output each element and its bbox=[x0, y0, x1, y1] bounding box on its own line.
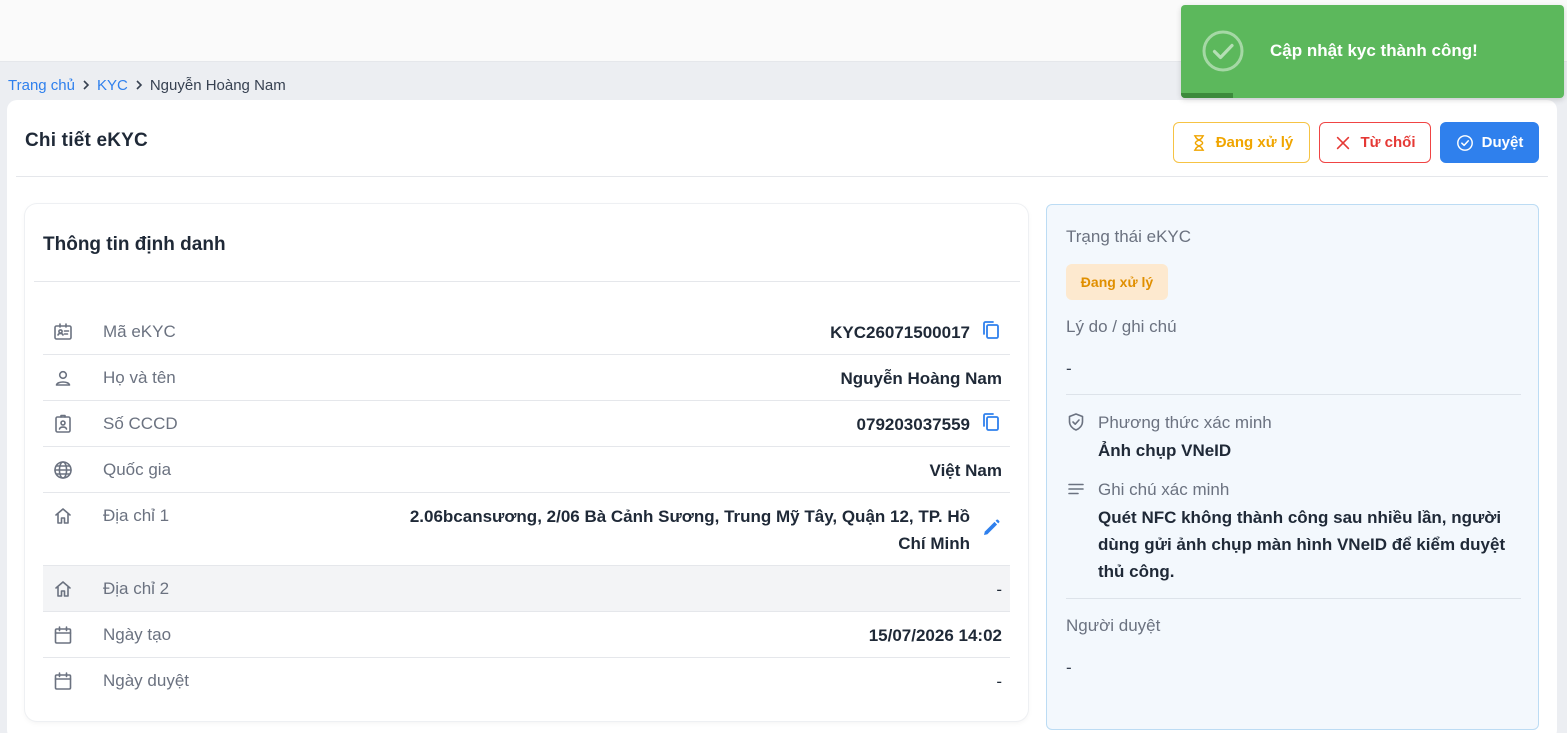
row-value: - bbox=[996, 672, 1002, 691]
pending-button-label: Đang xử lý bbox=[1215, 134, 1294, 151]
row-approved-date: Ngày duyệt - bbox=[43, 658, 1010, 704]
reject-button[interactable]: Từ chối bbox=[1319, 122, 1431, 163]
divider bbox=[34, 281, 1020, 282]
row-created-date: Ngày tạo 15/07/2026 14:02 bbox=[43, 612, 1010, 658]
breadcrumb-current: Nguyễn Hoàng Nam bbox=[149, 76, 286, 94]
pending-button[interactable]: Đang xử lý bbox=[1173, 122, 1310, 163]
header-divider bbox=[16, 176, 1548, 177]
row-value: 079203037559 bbox=[856, 415, 970, 434]
breadcrumb-home[interactable]: Trang chủ bbox=[8, 77, 75, 94]
verification-note: Ghi chú xác minh Quét NFC không thành cô… bbox=[1066, 478, 1521, 585]
identity-info-title: Thông tin định danh bbox=[43, 234, 226, 255]
status-label: Trạng thái eKYC bbox=[1066, 227, 1192, 246]
row-value: Việt Nam bbox=[929, 461, 1002, 480]
row-label: Mã eKYC bbox=[103, 322, 176, 341]
row-ekyc-code: Mã eKYC KYC26071500017 bbox=[43, 309, 1010, 355]
status-badge: Đang xử lý bbox=[1066, 264, 1168, 300]
badge-icon bbox=[43, 414, 85, 434]
method-label: Phương thức xác minh bbox=[1098, 413, 1272, 432]
row-address-2: Địa chỉ 2 - bbox=[43, 566, 1010, 612]
method-value: Ảnh chụp VNeID bbox=[1098, 441, 1232, 460]
calendar-icon bbox=[43, 625, 85, 645]
chevron-right-icon bbox=[75, 79, 97, 91]
shield-check-icon bbox=[1066, 411, 1098, 464]
note-label: Ghi chú xác minh bbox=[1098, 480, 1230, 499]
row-full-name: Họ và tên Nguyễn Hoàng Nam bbox=[43, 355, 1010, 401]
row-country: Quốc gia Việt Nam bbox=[43, 447, 1010, 493]
person-icon bbox=[43, 368, 85, 388]
ekyc-status-card: Trạng thái eKYC Đang xử lý Lý do / ghi c… bbox=[1046, 204, 1539, 730]
close-icon bbox=[1337, 136, 1350, 149]
divider bbox=[1066, 394, 1521, 395]
row-value: 2.06bcansương, 2/06 Bà Cảnh Sương, Trung… bbox=[409, 507, 970, 553]
check-circle-icon bbox=[1456, 134, 1473, 151]
reject-button-label: Từ chối bbox=[1360, 134, 1416, 151]
copy-icon[interactable] bbox=[980, 319, 1002, 341]
toast-message: Cập nhật kyc thành công! bbox=[1270, 41, 1478, 60]
check-circle-icon bbox=[1201, 29, 1245, 73]
globe-icon bbox=[43, 460, 85, 480]
identity-info-card: Thông tin định danh Mã eKYC KYC260715000… bbox=[25, 204, 1028, 721]
row-address-1: Địa chỉ 1 2.06bcansương, 2/06 Bà Cảnh Sư… bbox=[43, 493, 1010, 566]
divider bbox=[1066, 598, 1521, 599]
edit-icon[interactable] bbox=[980, 517, 1002, 539]
row-value: 15/07/2026 14:02 bbox=[868, 626, 1002, 645]
row-label: Số CCCD bbox=[103, 414, 178, 433]
breadcrumb-kyc[interactable]: KYC bbox=[97, 77, 128, 94]
row-label: Họ và tên bbox=[103, 368, 176, 387]
notes-icon bbox=[1066, 478, 1098, 585]
row-label: Quốc gia bbox=[103, 460, 172, 479]
row-value: Nguyễn Hoàng Nam bbox=[840, 369, 1002, 388]
row-value: - bbox=[996, 580, 1002, 599]
approve-button[interactable]: Duyệt bbox=[1440, 122, 1539, 163]
row-value: KYC26071500017 bbox=[830, 323, 970, 342]
chevron-right-icon bbox=[128, 79, 150, 91]
reviewer-label: Người duyệt bbox=[1066, 616, 1161, 635]
row-label: Ngày tạo bbox=[103, 625, 172, 644]
id-card-icon bbox=[43, 322, 85, 342]
verification-method: Phương thức xác minh Ảnh chụp VNeID bbox=[1066, 411, 1521, 464]
note-value: Quét NFC không thành công sau nhiều lần,… bbox=[1098, 508, 1506, 581]
reviewer-value: - bbox=[1066, 658, 1072, 677]
row-label: Ngày duyệt bbox=[103, 671, 189, 690]
page-title: Chi tiết eKYC bbox=[25, 130, 148, 151]
home-icon bbox=[43, 579, 85, 599]
row-citizen-id: Số CCCD 079203037559 bbox=[43, 401, 1010, 447]
breadcrumb: Trang chủ KYC Nguyễn Hoàng Nam bbox=[8, 74, 286, 96]
hourglass-icon bbox=[1193, 134, 1204, 151]
row-label: Địa chỉ 1 bbox=[103, 506, 170, 525]
reason-value: - bbox=[1066, 359, 1072, 378]
row-label: Địa chỉ 2 bbox=[103, 579, 170, 598]
toast-progress-bar bbox=[1181, 93, 1233, 98]
success-toast[interactable]: Cập nhật kyc thành công! bbox=[1181, 5, 1564, 98]
reason-label: Lý do / ghi chú bbox=[1066, 317, 1177, 336]
approve-button-label: Duyệt bbox=[1481, 134, 1524, 151]
copy-icon[interactable] bbox=[980, 411, 1002, 433]
calendar-icon bbox=[43, 671, 85, 691]
home-icon bbox=[43, 506, 85, 526]
